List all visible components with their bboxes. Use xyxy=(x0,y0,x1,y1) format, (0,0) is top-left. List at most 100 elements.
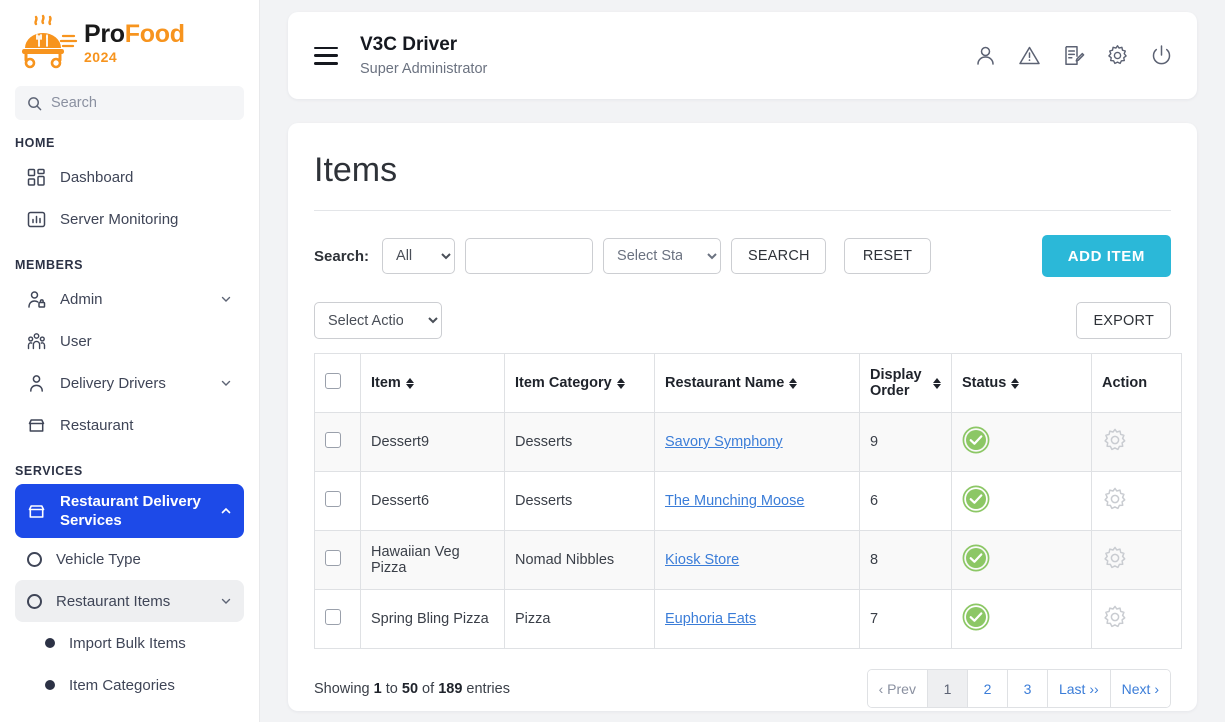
sort-icon[interactable] xyxy=(789,378,797,389)
chevron-down-icon[interactable] xyxy=(220,595,232,607)
driver-person-icon xyxy=(27,374,46,393)
check-circle-icon[interactable] xyxy=(962,485,990,513)
pagination-page-3[interactable]: 3 xyxy=(1008,670,1048,707)
sidebar-item-restaurant-items[interactable]: Restaurant Items xyxy=(15,580,244,622)
sort-icon[interactable] xyxy=(617,378,625,389)
showing-suffix: entries xyxy=(462,681,510,697)
chevron-down-icon[interactable] xyxy=(220,293,232,305)
sidebar-item-label: Restaurant Delivery Services xyxy=(60,492,206,530)
export-button[interactable]: EXPORT xyxy=(1076,302,1171,339)
column-status[interactable]: Status xyxy=(952,354,1092,413)
sort-icon[interactable] xyxy=(406,378,414,389)
sidebar-nav: HOME Dashboard xyxy=(0,120,259,706)
settings-gear-icon[interactable] xyxy=(1102,604,1128,630)
settings-gear-icon[interactable] xyxy=(1102,486,1128,512)
cell-item-category: Nomad Nibbles xyxy=(505,531,655,590)
bullet-dot-icon xyxy=(45,638,55,648)
brand-logo[interactable]: ProFood 2024 xyxy=(0,0,259,82)
restaurant-link[interactable]: The Munching Moose xyxy=(665,493,804,509)
showing-of: of xyxy=(418,681,438,697)
pagination-prev[interactable]: ‹ Prev xyxy=(868,670,928,707)
cell-action xyxy=(1092,590,1182,649)
column-item[interactable]: Item xyxy=(361,354,505,413)
status-filter-select[interactable]: Select Status xyxy=(603,238,721,274)
chart-bar-icon xyxy=(27,210,46,229)
sort-icon[interactable] xyxy=(1011,378,1019,389)
sidebar-item-import-bulk-items[interactable]: Import Bulk Items xyxy=(15,622,244,664)
user-profile-icon[interactable] xyxy=(974,44,997,67)
row-checkbox[interactable] xyxy=(325,550,341,566)
hamburger-menu-icon[interactable] xyxy=(314,47,338,65)
sidebar-item-restaurant[interactable]: Restaurant xyxy=(15,404,244,446)
sidebar-item-label: Dashboard xyxy=(60,169,232,186)
bulk-action-select[interactable]: Select Action xyxy=(314,302,442,339)
sidebar-item-delivery-drivers[interactable]: Delivery Drivers xyxy=(15,362,244,404)
restaurant-link[interactable]: Kiosk Store xyxy=(665,552,739,568)
nav-section-members: MEMBERS xyxy=(15,240,244,278)
chevron-down-icon[interactable] xyxy=(220,377,232,389)
settings-gear-icon[interactable] xyxy=(1106,44,1129,67)
edit-document-icon[interactable] xyxy=(1062,44,1085,67)
nav-section-home: HOME xyxy=(15,120,244,156)
row-select-cell xyxy=(315,472,361,531)
column-item-label: Item xyxy=(371,375,401,391)
column-item-category[interactable]: Item Category xyxy=(505,354,655,413)
cell-item-category: Pizza xyxy=(505,590,655,649)
sidebar-item-item-categories[interactable]: Item Categories xyxy=(15,664,244,706)
table-row: Dessert6 Desserts The Munching Moose 6 xyxy=(315,472,1182,531)
search-scope-select[interactable]: All xyxy=(382,238,455,274)
pagination-last[interactable]: Last ›› xyxy=(1048,670,1111,707)
warning-triangle-icon[interactable] xyxy=(1018,44,1041,67)
sidebar-item-restaurant-delivery-services[interactable]: Restaurant Delivery Services xyxy=(15,484,244,538)
brand-name-food: Food xyxy=(125,20,185,48)
reset-button[interactable]: RESET xyxy=(844,238,931,274)
row-select-cell xyxy=(315,590,361,649)
cell-status xyxy=(952,590,1092,649)
column-restaurant-name[interactable]: Restaurant Name xyxy=(655,354,860,413)
sidebar-search[interactable] xyxy=(15,86,244,120)
cell-action xyxy=(1092,413,1182,472)
check-circle-icon[interactable] xyxy=(962,426,990,454)
settings-gear-icon[interactable] xyxy=(1102,545,1128,571)
pagination-page-1[interactable]: 1 xyxy=(928,670,968,707)
cell-action xyxy=(1092,472,1182,531)
row-checkbox[interactable] xyxy=(325,609,341,625)
add-item-button[interactable]: ADD ITEM xyxy=(1042,235,1171,277)
topbar: V3C Driver Super Administrator xyxy=(288,12,1197,99)
cell-status xyxy=(952,531,1092,590)
pagination-next[interactable]: Next › xyxy=(1111,670,1170,707)
sort-icon[interactable] xyxy=(933,378,941,389)
table-row: Hawaiian Veg Pizza Nomad Nibbles Kiosk S… xyxy=(315,531,1182,590)
search-text-input[interactable] xyxy=(465,238,593,274)
sidebar-item-admin[interactable]: Admin xyxy=(15,278,244,320)
sidebar-item-user[interactable]: User xyxy=(15,320,244,362)
column-display-order[interactable]: Display Order xyxy=(860,354,952,413)
sidebar-item-dashboard[interactable]: Dashboard xyxy=(15,156,244,198)
circle-outline-icon xyxy=(27,552,42,567)
sidebar-item-server-monitoring[interactable]: Server Monitoring xyxy=(15,198,244,240)
restaurant-link[interactable]: Savory Symphony xyxy=(665,434,783,450)
sidebar-item-label: Server Monitoring xyxy=(60,211,232,228)
table-row: Spring Bling Pizza Pizza Euphoria Eats 7 xyxy=(315,590,1182,649)
settings-gear-icon[interactable] xyxy=(1102,427,1128,453)
check-circle-icon[interactable] xyxy=(962,544,990,572)
restaurant-link[interactable]: Euphoria Eats xyxy=(665,611,756,627)
pagination-page-2[interactable]: 2 xyxy=(968,670,1008,707)
filter-toolbar: Search: All Select Status SEARCH RESET A… xyxy=(314,235,1171,277)
check-circle-icon[interactable] xyxy=(962,603,990,631)
search-input[interactable] xyxy=(51,95,232,111)
food-cloche-delivery-icon xyxy=(16,14,78,72)
items-table: Item Item Category Res xyxy=(314,353,1182,649)
search-label: Search: xyxy=(314,248,369,265)
sidebar-item-vehicle-type[interactable]: Vehicle Type xyxy=(15,538,244,580)
sidebar-item-label: Delivery Drivers xyxy=(60,375,206,392)
power-logout-icon[interactable] xyxy=(1150,44,1173,67)
row-checkbox[interactable] xyxy=(325,491,341,507)
cell-restaurant-name: The Munching Moose xyxy=(655,472,860,531)
select-all-checkbox[interactable] xyxy=(325,373,341,389)
row-checkbox[interactable] xyxy=(325,432,341,448)
table-header-row: Item Item Category Res xyxy=(315,354,1182,413)
topbar-subtitle: Super Administrator xyxy=(360,61,487,77)
chevron-up-icon[interactable] xyxy=(220,505,232,517)
search-button[interactable]: SEARCH xyxy=(731,238,826,274)
